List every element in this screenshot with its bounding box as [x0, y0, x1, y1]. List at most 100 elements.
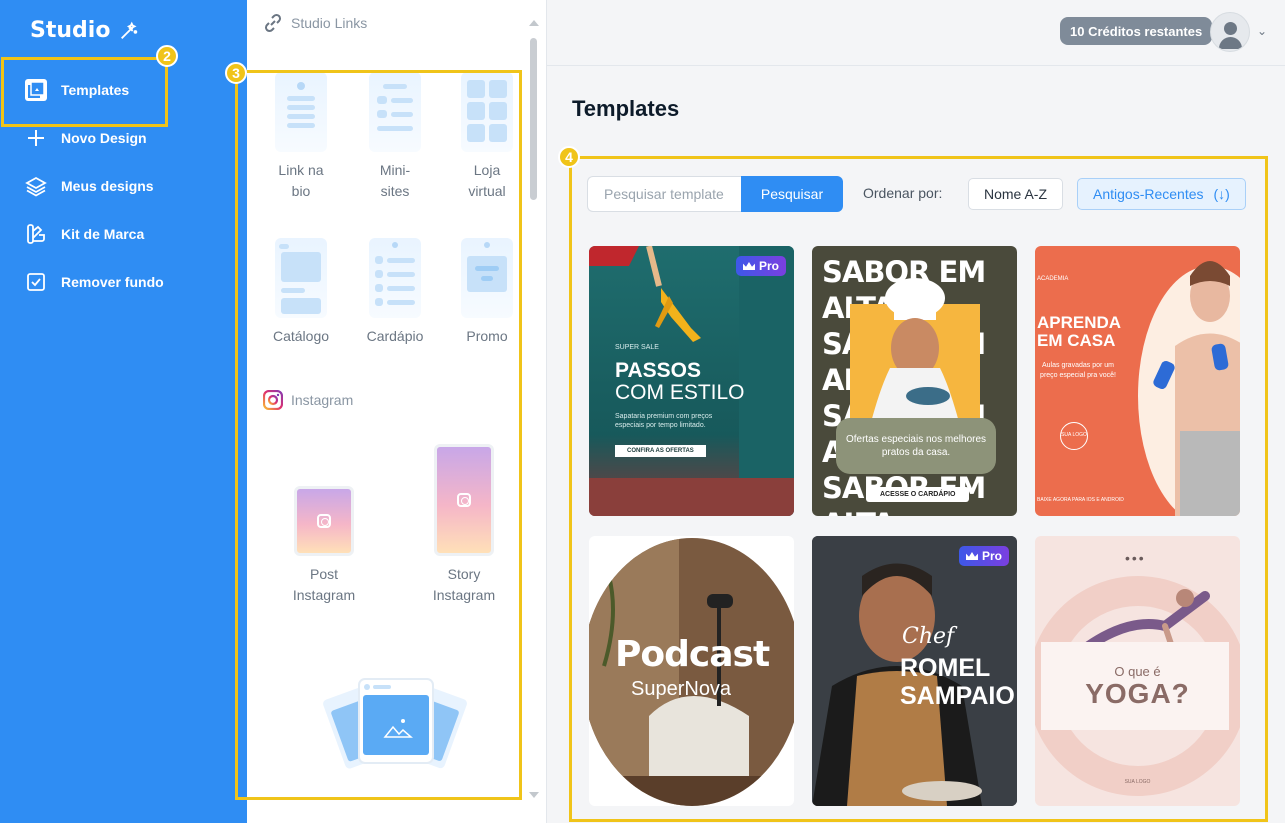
link-icon [264, 13, 282, 33]
card-title: EM CASA [1037, 331, 1116, 350]
tile-label: Instagram [292, 587, 356, 603]
template-card-podcast[interactable]: Podcast SuperNova [589, 536, 794, 806]
tile-label: Link na [278, 162, 324, 178]
search-input[interactable] [587, 176, 742, 212]
magic-wand-icon [121, 21, 138, 39]
pro-badge: Pro [958, 546, 1009, 566]
sidebar-item-remove-background[interactable]: Remover fundo [0, 258, 247, 306]
card-title: APRENDA [1037, 313, 1122, 332]
card-title: YOGA? [1085, 678, 1190, 709]
section-studio-links: Studio Links [263, 13, 367, 33]
card-title: PASSOS [615, 359, 701, 382]
pro-badge: Pro [735, 256, 786, 276]
tile-menu[interactable]: Cardápio [355, 238, 435, 347]
studio-logo[interactable]: Studio [30, 18, 140, 43]
callout-badge-4: 4 [558, 146, 580, 168]
scroll-up-arrow[interactable] [529, 20, 539, 26]
card-description: Sapataria premium com preços especiais p… [615, 413, 713, 429]
template-card-sabor-em-alta[interactable]: SABOR EM ALTA SABOR EM ALTA SABOR EM ALT… [812, 246, 1017, 516]
sidebar-item-label: Remover fundo [61, 274, 164, 290]
pro-label: Pro [981, 549, 1002, 563]
tile-link-in-bio[interactable]: Link na bio [261, 72, 341, 202]
template-card-chef-romel[interactable]: Pro Chef ROMEL SAMPAIO [812, 536, 1017, 806]
page-title: Templates [572, 96, 680, 121]
plus-icon [25, 127, 47, 149]
card-title: ROMEL [900, 654, 991, 682]
sort-name-button[interactable]: Nome A-Z [968, 178, 1064, 210]
templates-icon [25, 79, 47, 101]
fitness-illustration [1138, 261, 1240, 516]
menu-thumbnail [369, 238, 421, 318]
tile-promo[interactable]: Promo [447, 238, 527, 347]
section-instagram: Instagram [263, 390, 353, 410]
template-card-shoes[interactable]: Pro SUPER SALE PASSOS COM ESTILO Sapatar… [589, 246, 794, 516]
instagram-story-thumbnail [434, 444, 494, 556]
sidebar-item-my-designs[interactable]: Meus designs [0, 162, 247, 210]
instagram-post-thumbnail [294, 486, 354, 556]
section-title: Instagram [291, 392, 354, 408]
top-bar: 10 Créditos restantes ⌄ [547, 0, 1285, 66]
crown-icon [742, 262, 755, 270]
pro-label: Pro [758, 259, 779, 273]
sidebar-item-label: Templates [61, 82, 130, 98]
tile-label: sites [380, 183, 410, 199]
card-logo: SUA LOGO [1124, 779, 1151, 785]
crown-icon [965, 552, 978, 560]
template-type-panel: Studio Links Link na bio Mini- sites Loj… [247, 0, 547, 823]
card-kicker: SUPER SALE [615, 344, 659, 351]
more-options-icon[interactable]: ••• [1125, 550, 1146, 566]
tile-label: Story [447, 566, 481, 582]
callout-badge-2: 2 [156, 45, 178, 67]
instagram-icon [263, 390, 283, 410]
sort-date-button[interactable]: Antigos-Recentes (↓) [1077, 178, 1246, 210]
tile-label: Mini- [379, 162, 411, 178]
sidebar-item-new-design[interactable]: Novo Design [0, 114, 247, 162]
credits-badge[interactable]: 10 Créditos restantes [1060, 17, 1213, 45]
chef-illustration [850, 278, 980, 426]
link-in-bio-thumbnail [275, 72, 327, 152]
sidebar-item-templates[interactable]: Templates [0, 66, 247, 114]
sort-option-label: Nome A-Z [984, 186, 1048, 202]
brand-kit-icon [25, 223, 47, 245]
sidebar-item-label: Novo Design [61, 130, 147, 146]
promo-thumbnail [461, 238, 513, 318]
tile-label: Post [309, 566, 338, 582]
tile-label: bio [291, 183, 311, 199]
card-kicker: O que é [1114, 664, 1161, 679]
tile-instagram-story[interactable]: Story Instagram [424, 444, 504, 606]
card-description: Aulas gravadas por um preço especial pra… [1040, 362, 1116, 379]
template-card-aprenda-em-casa[interactable]: ACADEMIA APRENDA EM CASA Aulas gravadas … [1035, 246, 1240, 516]
scroll-down-arrow[interactable] [529, 792, 539, 798]
tile-online-store[interactable]: Loja virtual [447, 72, 527, 202]
sort-arrow-icon: (↓) [1213, 186, 1230, 202]
logo-text: Studio [30, 18, 111, 43]
sidebar-item-label: Kit de Marca [61, 226, 145, 242]
mini-sites-thumbnail [369, 72, 421, 152]
card-title: SAMPAIO [900, 682, 1015, 710]
card-subtitle: SuperNova [631, 678, 732, 700]
card-logo: SUA LOGO [1060, 422, 1088, 450]
card-brand: ACADEMIA [1037, 276, 1069, 282]
card-cta: CONFIRA AS OFERTAS [615, 445, 706, 457]
layers-icon [25, 175, 47, 197]
sidebar-item-label: Meus designs [61, 178, 154, 194]
panel-scrollbar[interactable] [530, 38, 537, 200]
catalog-thumbnail [275, 238, 327, 318]
section-title: Studio Links [291, 15, 368, 31]
card-title: COM ESTILO [615, 381, 745, 404]
tile-label: Instagram [432, 587, 496, 603]
tile-label: Loja [473, 162, 501, 178]
template-card-yoga[interactable]: ••• O que é YOGA? SUA LOGO [1035, 536, 1240, 806]
card-script: Chef [902, 624, 955, 649]
chevron-down-icon[interactable]: ⌄ [1257, 24, 1267, 38]
card-footer: BAIXE AGORA PARA IOS E ANDROID [1037, 497, 1124, 503]
tile-instagram-post[interactable]: Post Instagram [284, 486, 364, 606]
tile-label: Cardápio [366, 328, 424, 344]
callout-badge-3: 3 [225, 62, 247, 84]
tile-catalog[interactable]: Catálogo [261, 238, 341, 347]
search-button[interactable]: Pesquisar [741, 176, 843, 212]
user-avatar[interactable] [1210, 12, 1250, 52]
sidebar-item-brand-kit[interactable]: Kit de Marca [0, 210, 247, 258]
tile-mini-sites[interactable]: Mini- sites [355, 72, 435, 202]
online-store-thumbnail [461, 72, 513, 152]
